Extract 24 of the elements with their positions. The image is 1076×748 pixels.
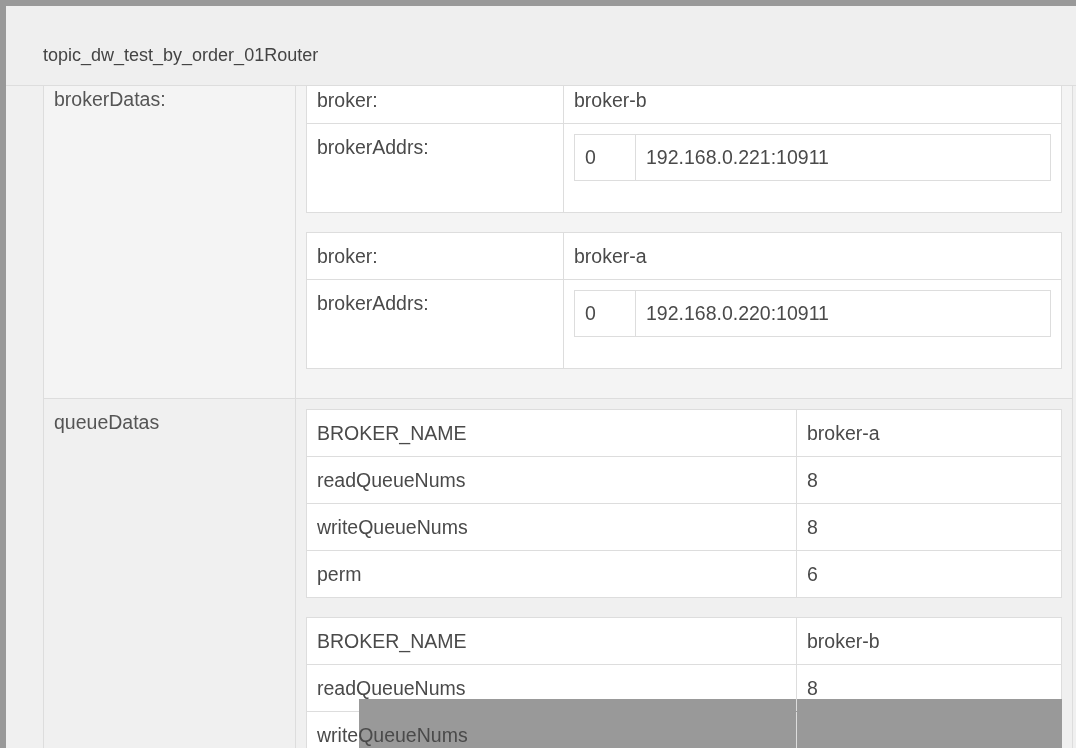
value-cell-text: broker-a bbox=[806, 421, 881, 446]
key-cell: BROKER_NAME bbox=[307, 410, 797, 456]
field-label: brokerDatas: bbox=[44, 86, 296, 398]
value-cell-text: broker-b bbox=[806, 629, 881, 654]
key-cell: broker: bbox=[307, 233, 564, 279]
address-cell-text: 192.168.0.221:10911 bbox=[645, 145, 830, 170]
value-cell-text: broker-a bbox=[573, 244, 648, 269]
index-cell: 0 bbox=[575, 291, 636, 336]
key-cell: readQueueNums bbox=[307, 457, 797, 503]
value-cell-text: 8 bbox=[806, 676, 819, 701]
index-cell: 0 bbox=[575, 135, 636, 180]
value-cell-text: 6 bbox=[806, 562, 819, 587]
dialog-title: topic_dw_test_by_order_01Router bbox=[43, 45, 319, 65]
key-cell: BROKER_NAME bbox=[307, 618, 797, 664]
value-cell-text: 8 bbox=[806, 515, 819, 540]
field-label: queueDatas bbox=[44, 399, 296, 748]
value-cell-text: broker-b bbox=[573, 88, 648, 113]
key-cell: brokerAddrs: bbox=[307, 124, 564, 212]
value-cell-text: 8 bbox=[806, 468, 819, 493]
key-cell: brokerAddrs: bbox=[307, 280, 564, 368]
address-cell-text: 192.168.0.220:10911 bbox=[645, 301, 830, 326]
key-cell: perm bbox=[307, 551, 797, 597]
key-cell: writeQueueNums bbox=[307, 504, 797, 550]
key-cell: broker: bbox=[307, 86, 564, 123]
